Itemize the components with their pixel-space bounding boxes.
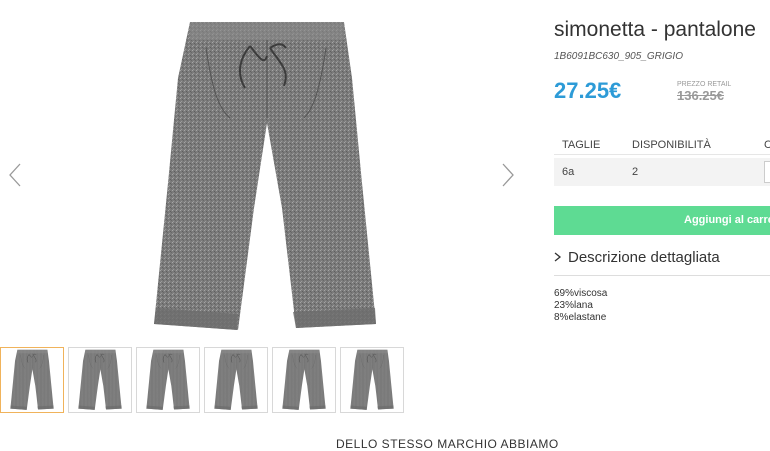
thumbnail[interactable] [204, 347, 268, 413]
retail-price-label: PREZZO RETAIL [677, 81, 732, 88]
product-price: 27.25€ [554, 78, 622, 103]
size-value: 6a [562, 166, 575, 178]
availability-value: 2 [632, 166, 639, 178]
thumbnail[interactable] [340, 347, 404, 413]
column-header-quantity: C [764, 139, 770, 151]
column-header-size: TAGLIE [562, 139, 601, 151]
chevron-right-icon [502, 163, 514, 187]
product-sku: 1B6091BC630_905_GRIGIO [554, 51, 683, 62]
composition-item: 8%elastane [554, 312, 607, 323]
description-toggle-label: Descrizione dettagliata [568, 249, 720, 266]
related-products-heading: DELLO STESSO MARCHIO ABBIAMO [336, 437, 559, 451]
retail-price: 136.25€ [677, 88, 724, 103]
composition-item: 23%lana [554, 300, 593, 311]
gallery-next-button[interactable] [497, 160, 517, 190]
column-header-availability: DISPONIBILITÀ [632, 139, 711, 151]
product-title: simonetta - pantalone [554, 18, 756, 41]
product-gallery [0, 0, 530, 444]
thumbnail[interactable] [68, 347, 132, 413]
chevron-right-icon [554, 249, 562, 266]
thumbnail-strip [0, 347, 404, 413]
chevron-left-icon [9, 163, 21, 187]
composition-item: 69%viscosa [554, 288, 608, 299]
composition-list: 69%viscosa 23%lana 8%elastane [554, 288, 607, 324]
description-toggle[interactable]: Descrizione dettagliata [554, 249, 770, 275]
thumbnail[interactable] [136, 347, 200, 413]
table-row: 6a 2 [554, 158, 770, 186]
add-to-cart-label: Aggiungi al carrello [684, 214, 770, 226]
description-divider [554, 275, 770, 276]
thumbnail[interactable] [0, 347, 64, 413]
gallery-prev-button[interactable] [6, 160, 26, 190]
table-divider [554, 154, 770, 155]
add-to-cart-button[interactable]: Aggiungi al carrello [554, 206, 770, 235]
thumbnail[interactable] [272, 347, 336, 413]
product-main-image[interactable] [140, 18, 390, 336]
quantity-input[interactable] [764, 161, 770, 183]
product-info: simonetta - pantalone 1B6091BC630_905_GR… [554, 0, 770, 444]
